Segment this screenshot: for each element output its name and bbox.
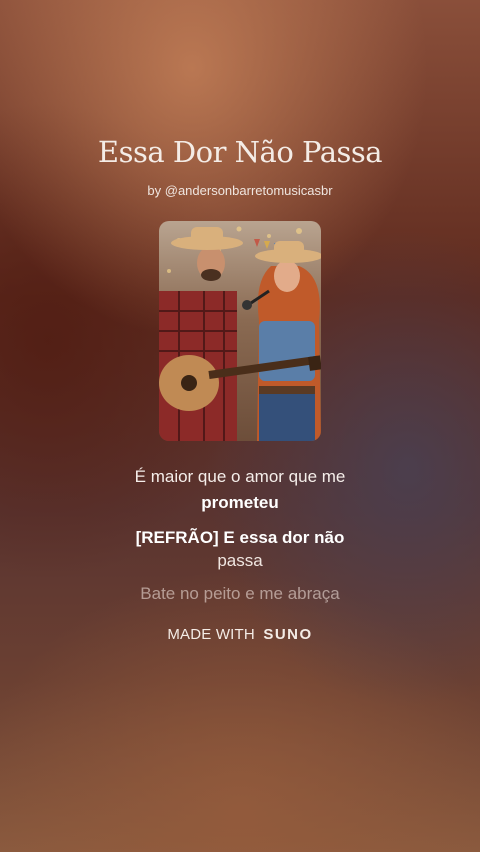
made-with-suno-badge[interactable]: MADE WITH SUNO xyxy=(0,626,480,643)
song-title: Essa Dor Não Passa xyxy=(97,135,383,169)
made-with-label: MADE WITH xyxy=(167,626,255,643)
lyric-line-previous-word: prometeu xyxy=(201,493,279,512)
cover-illustration xyxy=(159,221,321,441)
album-cover-image xyxy=(159,221,321,441)
artist-byline[interactable]: by @andersonbarretomusicasbr xyxy=(0,183,480,198)
lyric-line-next: Bate no peito e me abraça xyxy=(140,584,340,603)
lyric-line-current-end: passa xyxy=(217,551,263,570)
lyric-line-previous: É maior que o amor que me xyxy=(134,467,346,486)
suno-logo: SUNO xyxy=(263,626,313,643)
lyric-line-current: [REFRÃO] E essa dor não xyxy=(135,528,345,547)
